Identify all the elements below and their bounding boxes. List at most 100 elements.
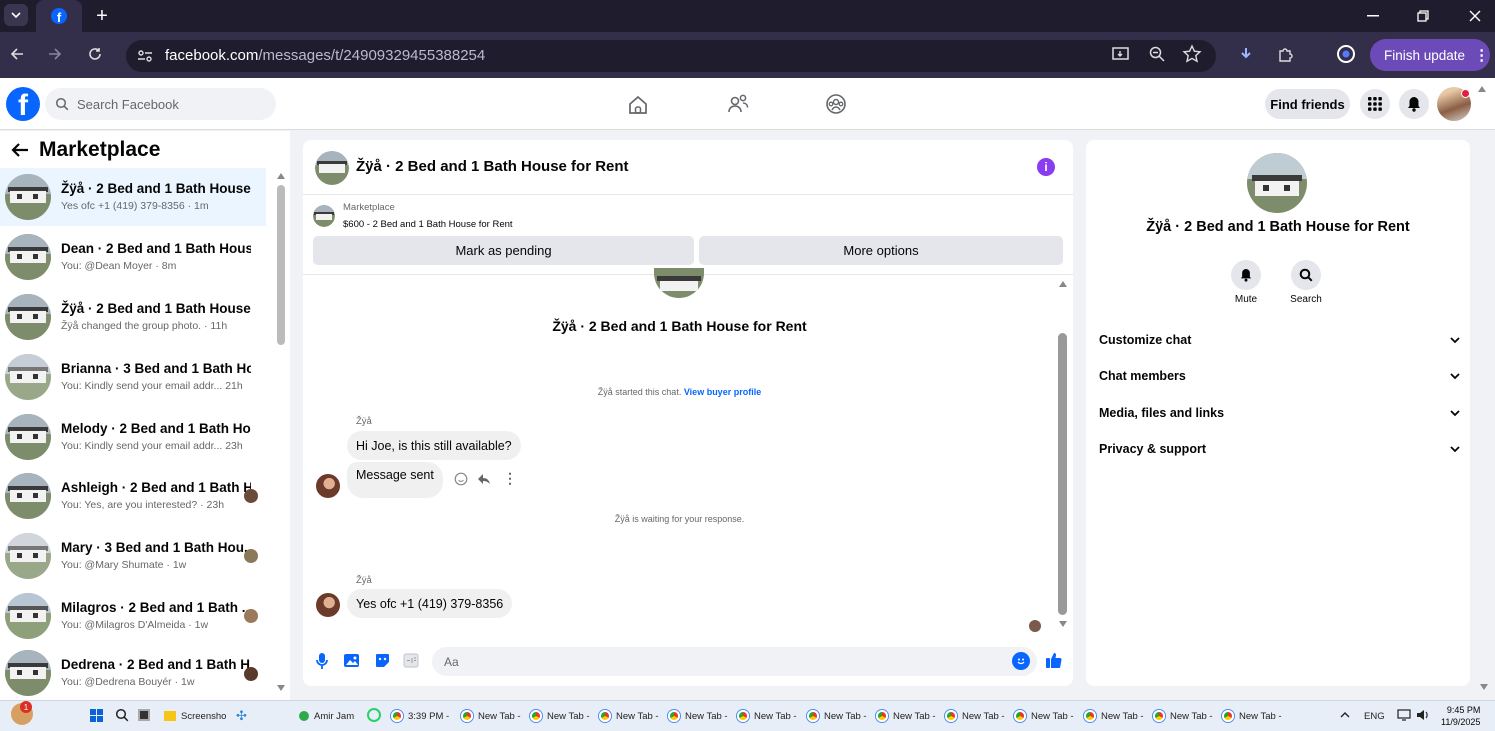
friends-nav-icon[interactable] bbox=[727, 93, 749, 115]
sender-avatar[interactable] bbox=[316, 593, 340, 617]
language-indicator[interactable]: ENG bbox=[1364, 704, 1385, 728]
media-files-links-row[interactable]: Media, files and links bbox=[1099, 403, 1461, 423]
site-settings-icon[interactable] bbox=[136, 47, 154, 65]
view-buyer-profile-link[interactable]: View buyer profile bbox=[684, 387, 761, 397]
read-receipt-avatar bbox=[244, 489, 258, 503]
more-options-button[interactable]: More options bbox=[699, 236, 1063, 265]
customize-chat-row[interactable]: Customize chat bbox=[1099, 330, 1461, 350]
taskbar-chrome-window[interactable]: New Tab - bbox=[876, 704, 936, 728]
emoji-icon[interactable] bbox=[1012, 652, 1030, 670]
message-bubble[interactable]: Yes ofc +1 (419) 379-8356 bbox=[347, 589, 513, 618]
page-scroll-down-arrow-icon[interactable] bbox=[1480, 684, 1488, 690]
message-composer-input[interactable]: Aa bbox=[432, 647, 1037, 676]
taskbar-chrome-window[interactable]: New Tab - bbox=[668, 704, 728, 728]
chat-details-avatar[interactable] bbox=[1247, 153, 1307, 213]
windows-start-icon[interactable] bbox=[90, 709, 103, 722]
conversation-item[interactable]: Dedrena · 2 Bed and 1 Bath H... You: @Ded… bbox=[0, 647, 266, 699]
url-text[interactable]: facebook.com/messages/t/2490932945538825… bbox=[165, 46, 485, 66]
sticker-icon[interactable] bbox=[374, 652, 391, 669]
thumbs-up-icon[interactable] bbox=[1045, 651, 1063, 669]
system-clock[interactable]: 9:45 PM 11/9/2025 bbox=[1441, 704, 1480, 728]
conversation-item[interactable]: Milagros · 2 Bed and 1 Bath ... You: @Mil… bbox=[0, 587, 266, 645]
facebook-logo[interactable]: f bbox=[6, 87, 40, 121]
taskbar-chrome-window[interactable]: New Tab - bbox=[737, 704, 797, 728]
minimize-button[interactable] bbox=[1360, 0, 1386, 32]
chat-header-avatar[interactable] bbox=[315, 151, 349, 185]
finish-update-button[interactable]: Finish update ⋮ bbox=[1370, 39, 1490, 71]
reload-button[interactable] bbox=[86, 45, 104, 63]
reply-icon[interactable] bbox=[477, 472, 491, 486]
scroll-up-arrow-icon[interactable] bbox=[277, 173, 285, 179]
conversation-list-scrollbar[interactable] bbox=[277, 185, 285, 345]
conversation-item[interactable]: Melody · 2 Bed and 1 Bath Hou... You: Kin… bbox=[0, 408, 266, 466]
search-in-chat-button[interactable]: Search bbox=[1276, 260, 1336, 305]
mute-button[interactable]: Mute bbox=[1216, 260, 1276, 305]
forward-button[interactable] bbox=[46, 45, 64, 63]
volume-icon[interactable] bbox=[1416, 709, 1430, 721]
chat-header-title[interactable]: Žÿå · 2 Bed and 1 Bath House for Rent bbox=[356, 158, 629, 175]
extensions-icon[interactable] bbox=[1277, 45, 1295, 63]
notifications-button[interactable] bbox=[1399, 89, 1429, 119]
close-window-button[interactable] bbox=[1462, 0, 1488, 32]
chat-info-icon[interactable]: i bbox=[1037, 158, 1055, 176]
taskbar-chrome-window[interactable]: New Tab - bbox=[461, 704, 521, 728]
taskbar-app-screenshot[interactable]: Screensho bbox=[164, 704, 226, 728]
zoom-icon[interactable] bbox=[1148, 45, 1166, 63]
facebook-favicon-icon: f bbox=[51, 8, 67, 24]
sender-avatar[interactable] bbox=[316, 474, 340, 498]
menu-grid-button[interactable] bbox=[1360, 89, 1390, 119]
profile-circle-icon[interactable] bbox=[1336, 44, 1356, 64]
chat-members-row[interactable]: Chat members bbox=[1099, 366, 1461, 386]
whatsapp-icon[interactable] bbox=[367, 708, 381, 722]
mark-as-pending-button[interactable]: Mark as pending bbox=[313, 236, 694, 265]
conversation-item[interactable]: Mary · 3 Bed and 1 Bath Hou... You: @Mary… bbox=[0, 527, 266, 585]
restore-button[interactable] bbox=[1410, 0, 1436, 32]
search-facebook-input[interactable]: Search Facebook bbox=[45, 88, 276, 120]
conversation-item[interactable]: Žÿå · 2 Bed and 1 Bath House fo... Žÿå ch… bbox=[0, 288, 266, 346]
microphone-icon[interactable] bbox=[315, 652, 329, 670]
chat-scrollbar[interactable] bbox=[1058, 333, 1067, 615]
tab-search-button[interactable] bbox=[4, 4, 28, 26]
taskbar-chrome-window[interactable]: New Tab - bbox=[1084, 704, 1144, 728]
scroll-down-arrow-icon[interactable] bbox=[1059, 621, 1067, 627]
conversation-item[interactable]: Žÿå · 2 Bed and 1 Bath House fo... Yes of… bbox=[0, 168, 266, 226]
scroll-up-arrow-icon[interactable] bbox=[1059, 281, 1067, 287]
taskbar-chrome-window[interactable]: New Tab - bbox=[1153, 704, 1213, 728]
taskbar-chrome-window[interactable]: New Tab - bbox=[530, 704, 590, 728]
scroll-up-arrow-icon[interactable] bbox=[1478, 86, 1488, 98]
browser-tab-facebook[interactable]: f bbox=[36, 0, 82, 32]
taskbar-chrome-window[interactable]: New Tab - bbox=[1222, 704, 1282, 728]
taskbar-chrome-window[interactable]: New Tab - bbox=[599, 704, 659, 728]
taskbar-chrome-window[interactable]: 3:39 PM - bbox=[391, 704, 449, 728]
groups-nav-icon[interactable] bbox=[825, 93, 847, 115]
message-bubble[interactable]: Hi Joe, is this still available? bbox=[347, 431, 521, 460]
install-app-icon[interactable] bbox=[1111, 45, 1131, 63]
back-arrow-icon[interactable] bbox=[11, 142, 29, 158]
back-button[interactable] bbox=[8, 45, 26, 63]
listing-price: $600 - 2 Bed and 1 Bath House for Rent bbox=[343, 219, 513, 230]
conversation-item[interactable]: Ashleigh · 2 Bed and 1 Bath H... You: Yes… bbox=[0, 467, 266, 525]
find-friends-button[interactable]: Find friends bbox=[1265, 89, 1350, 119]
display-icon[interactable] bbox=[1397, 709, 1411, 721]
taskbar-search-icon[interactable] bbox=[115, 708, 129, 722]
react-emoji-icon[interactable] bbox=[454, 472, 468, 486]
taskbar-chrome-window[interactable]: New Tab - bbox=[807, 704, 867, 728]
tray-chevron-up-icon[interactable] bbox=[1340, 711, 1350, 718]
taskbar-app-amir[interactable]: Amir Jam bbox=[299, 704, 354, 728]
new-tab-button[interactable]: + bbox=[92, 0, 112, 32]
conversation-item[interactable]: Dean · 2 Bed and 1 Bath House ... You: @D… bbox=[0, 228, 266, 286]
conversation-item[interactable]: Brianna · 3 Bed and 1 Bath Hou... You: Ki… bbox=[0, 348, 266, 406]
bookmark-star-icon[interactable] bbox=[1182, 44, 1202, 64]
photo-icon[interactable] bbox=[343, 652, 361, 669]
scroll-down-arrow-icon[interactable] bbox=[277, 685, 285, 691]
message-bubble[interactable]: Message sent bbox=[347, 462, 443, 498]
privacy-support-row[interactable]: Privacy & support bbox=[1099, 439, 1461, 459]
taskbar-chrome-window[interactable]: New Tab - bbox=[945, 704, 1005, 728]
pinned-app-icon[interactable]: ✣ bbox=[236, 708, 247, 724]
gif-icon[interactable] bbox=[403, 653, 419, 668]
taskbar-chrome-window[interactable]: New Tab - bbox=[1014, 704, 1074, 728]
more-actions-icon[interactable]: ⋮ bbox=[503, 470, 517, 487]
task-view-icon[interactable] bbox=[138, 709, 150, 721]
download-icon[interactable] bbox=[1238, 46, 1254, 62]
home-nav-icon[interactable] bbox=[627, 94, 649, 116]
